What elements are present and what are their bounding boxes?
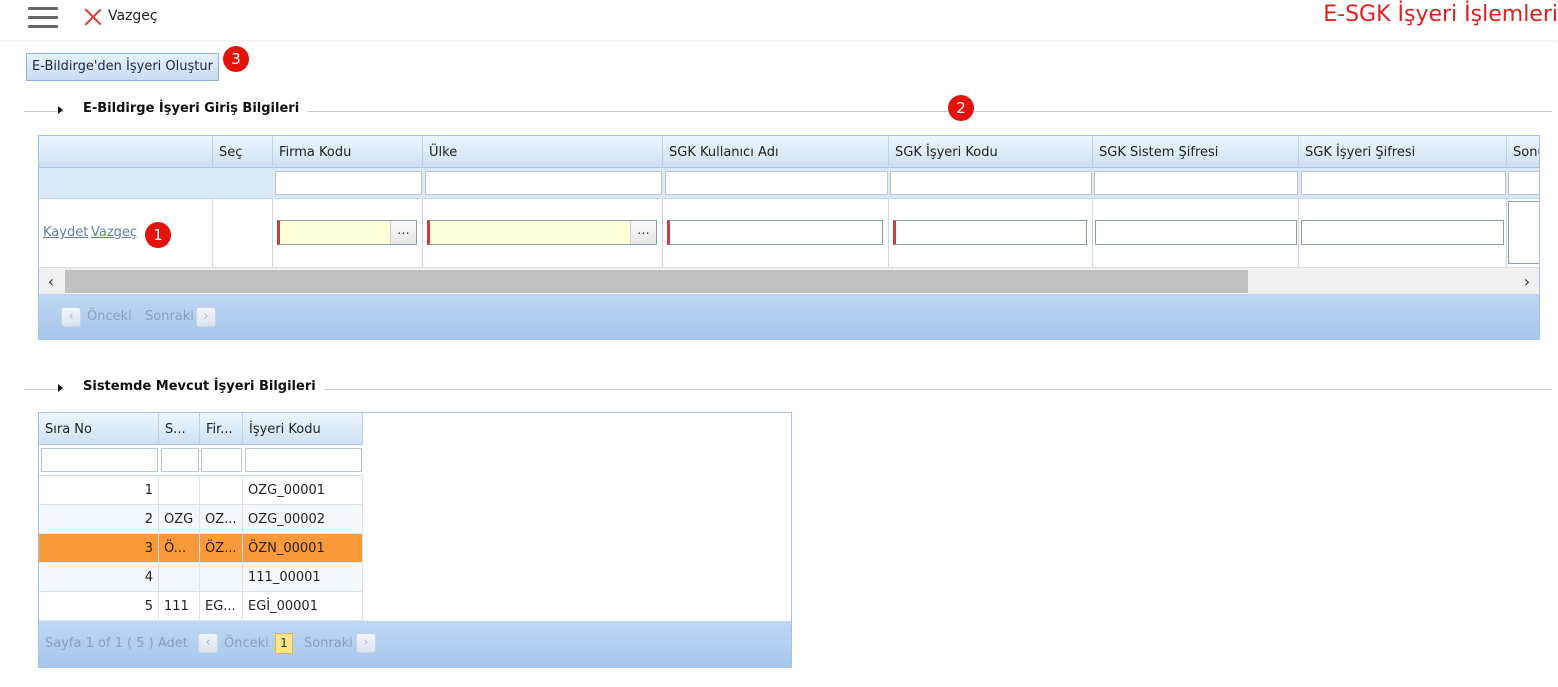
filter-firma-kodu[interactable]: [275, 171, 422, 195]
col-sira-no[interactable]: Sıra No: [39, 413, 159, 445]
filter-sira-no[interactable]: [41, 448, 158, 472]
sonu-input[interactable]: [1508, 201, 1539, 264]
next-page-label[interactable]: Sonraki: [304, 636, 353, 651]
table-row[interactable]: 4 111_00001: [39, 563, 363, 592]
chevron-left-icon[interactable]: ‹: [41, 272, 61, 292]
col-sec[interactable]: Seç: [213, 136, 273, 168]
col-fir[interactable]: Fir...: [200, 413, 243, 445]
col-sgk-sistem-sifresi[interactable]: SGK Sistem Şifresi: [1093, 136, 1299, 168]
create-from-ebildirge-button[interactable]: E-Bildirge'den İşyeri Oluştur: [26, 53, 219, 81]
filter-fir[interactable]: [201, 448, 242, 472]
next-page-button[interactable]: ›: [196, 307, 216, 327]
grid-filter-row: [39, 168, 1539, 199]
table-row-selected[interactable]: 3 Ö... ÖZ... ÖZN_00001: [39, 534, 363, 563]
table-row[interactable]: 2 OZG OZ... OZG_00002: [39, 505, 363, 534]
firma-kodu-input[interactable]: ...: [277, 220, 417, 245]
col-sgk-isyeri-kodu[interactable]: SGK İşyeri Kodu: [889, 136, 1093, 168]
grid2-pager: Sayfa 1 of 1 ( 5 ) Adet ‹ Önceki 1 Sonra…: [39, 621, 791, 667]
cancel-link[interactable]: Vazgeç: [91, 225, 137, 240]
close-icon: [84, 7, 102, 25]
sgk-isyeri-kodu-input[interactable]: [893, 220, 1087, 245]
sgk-sistem-sifresi-input[interactable]: [1095, 220, 1297, 245]
prev-page-label[interactable]: Önceki: [224, 636, 269, 651]
step-badge-1: 1: [145, 222, 171, 248]
sgk-isyeri-sifresi-input[interactable]: [1301, 220, 1504, 245]
select-cell[interactable]: [213, 199, 273, 267]
ebildirge-entry-grid: Seç Firma Kodu Ülke SGK Kullanıcı Adı SG…: [38, 135, 1540, 340]
top-bar: Vazgeç E-SGK İşyeri İşlemleri: [0, 0, 1558, 40]
save-link[interactable]: Kaydet: [43, 225, 88, 240]
ulke-lookup-button[interactable]: ...: [630, 221, 656, 244]
ulke-input[interactable]: ...: [427, 220, 657, 245]
expand-arrow-icon[interactable]: [58, 106, 63, 114]
filter-sonu[interactable]: [1508, 171, 1539, 195]
col-isyeri-kodu[interactable]: İşyeri Kodu: [243, 413, 363, 445]
prev-page-button[interactable]: ‹: [198, 633, 218, 653]
col-sonu[interactable]: Sonu: [1507, 136, 1539, 168]
grid1-pager: ‹ Önceki Sonraki ›: [39, 294, 1539, 339]
grid-header: Sıra No S... Fir... İşyeri Kodu: [39, 413, 363, 445]
existing-workplaces-grid: Sıra No S... Fir... İşyeri Kodu 1 OZG_00…: [38, 412, 792, 668]
filter-s[interactable]: [161, 448, 199, 472]
page-title: E-SGK İşyeri İşlemleri: [1323, 2, 1558, 27]
filter-ulke[interactable]: [425, 171, 662, 195]
filter-isyeri-kodu[interactable]: [245, 448, 362, 472]
sgk-kullanici-adi-input[interactable]: [667, 220, 883, 245]
firma-kodu-lookup-button[interactable]: ...: [390, 221, 416, 244]
scrollbar-thumb[interactable]: [65, 270, 1248, 293]
horizontal-scrollbar[interactable]: ‹ ›: [39, 267, 1539, 294]
table-row[interactable]: 5 111 EG... EGİ_00001: [39, 592, 363, 621]
cancel-button[interactable]: Vazgeç: [84, 6, 158, 26]
edit-row: Kaydet Vazgeç 1 ... ...: [39, 199, 1539, 267]
prev-page-label[interactable]: Önceki: [87, 309, 132, 324]
section-title: Sistemde Mevcut İşyeri Bilgileri: [83, 379, 324, 394]
hamburger-icon[interactable]: [28, 7, 58, 29]
grid-header: Seç Firma Kodu Ülke SGK Kullanıcı Adı SG…: [39, 136, 1539, 168]
page-info: Sayfa 1 of 1 ( 5 ) Adet: [45, 636, 188, 651]
chevron-right-icon[interactable]: ›: [1517, 272, 1537, 292]
filter-sgk-sistem-sifresi[interactable]: [1094, 171, 1298, 195]
next-page-button[interactable]: ›: [356, 633, 376, 653]
prev-page-button[interactable]: ‹: [61, 307, 81, 327]
section-existing-header: Sistemde Mevcut İşyeri Bilgileri: [24, 379, 1552, 399]
col-ulke[interactable]: Ülke: [423, 136, 663, 168]
current-page[interactable]: 1: [275, 633, 293, 654]
col-sgk-isyeri-sifresi[interactable]: SGK İşyeri Şifresi: [1299, 136, 1507, 168]
filter-sgk-kullanici-adi[interactable]: [665, 171, 888, 195]
step-badge-3: 3: [223, 46, 249, 72]
col-sgk-kullanici-adi[interactable]: SGK Kullanıcı Adı: [663, 136, 889, 168]
next-page-label[interactable]: Sonraki: [145, 309, 194, 324]
step-badge-2: 2: [948, 95, 974, 121]
col-firma-kodu[interactable]: Firma Kodu: [273, 136, 423, 168]
filter-sgk-isyeri-sifresi[interactable]: [1301, 171, 1506, 195]
cancel-label: Vazgeç: [108, 8, 158, 24]
expand-arrow-icon[interactable]: [58, 384, 63, 392]
section-title: E-Bildirge İşyeri Giriş Bilgileri: [83, 101, 308, 116]
section-ebildirge-header: E-Bildirge İşyeri Giriş Bilgileri: [24, 101, 1552, 121]
filter-sgk-isyeri-kodu[interactable]: [890, 171, 1092, 195]
table-row[interactable]: 1 OZG_00001: [39, 476, 363, 505]
col-s[interactable]: S...: [159, 413, 200, 445]
grid-filter-row: [39, 445, 363, 476]
